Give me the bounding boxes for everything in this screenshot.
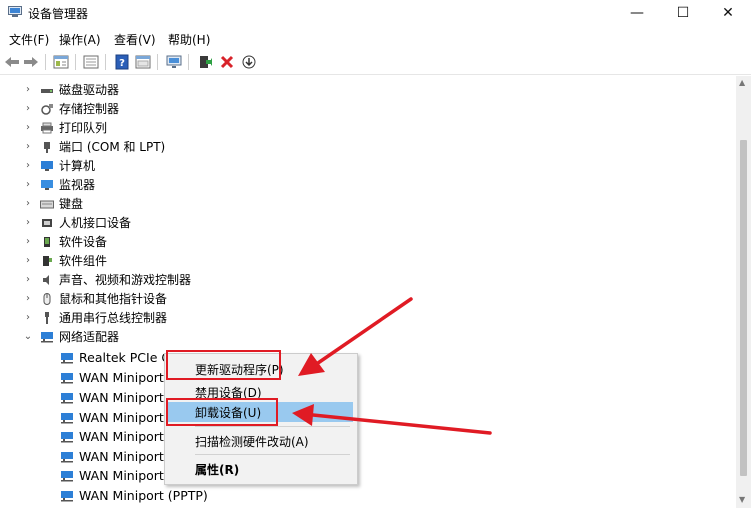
- annotation-arrow-upper: [298, 297, 413, 376]
- annotation-arrows: [292, 297, 492, 435]
- annotation-arrow-lower: [292, 404, 492, 435]
